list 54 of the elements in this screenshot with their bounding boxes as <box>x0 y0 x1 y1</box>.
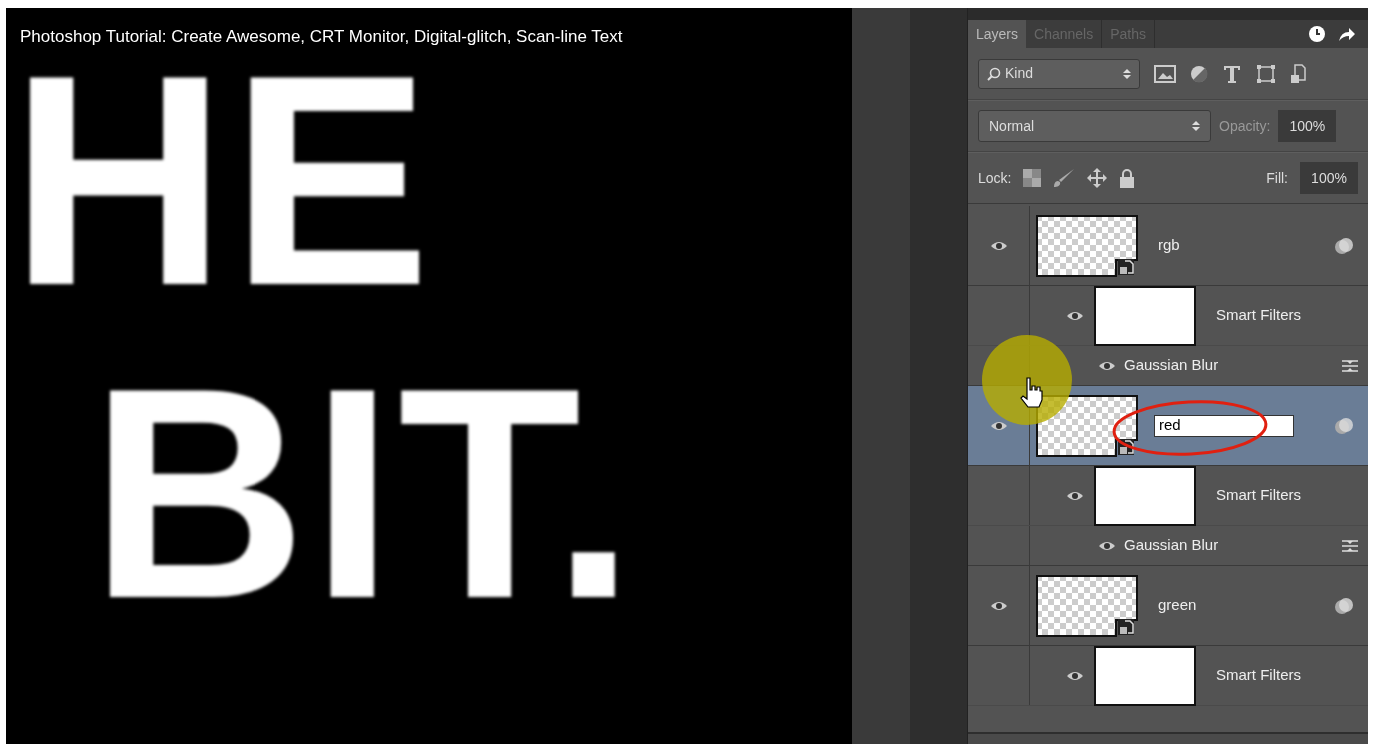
layer-name-field[interactable]: red <box>1154 414 1294 437</box>
brush-icon[interactable] <box>1053 168 1076 188</box>
move-icon[interactable] <box>1087 168 1108 188</box>
blending-options-icon[interactable] <box>1342 358 1358 373</box>
smart-filters-label[interactable]: Smart Filters <box>1216 664 1301 687</box>
layer-thumbnail[interactable] <box>1036 214 1138 277</box>
link-icon <box>1334 596 1354 615</box>
type-filter-icon[interactable] <box>1222 63 1242 84</box>
eye-icon[interactable] <box>989 239 1008 252</box>
layer-row[interactable]: green <box>968 566 1368 646</box>
image-filter-icon[interactable] <box>1154 64 1176 83</box>
canvas-text: HE <box>10 60 435 300</box>
panel-tab[interactable]: Layers <box>968 20 1027 48</box>
blending-options-icon[interactable] <box>1342 538 1358 553</box>
layer-row[interactable]: rgb <box>968 206 1368 286</box>
layer-thumbnail[interactable] <box>1036 574 1138 637</box>
filter-name[interactable]: Gaussian Blur <box>1124 354 1342 377</box>
clock-icon[interactable] <box>1308 25 1326 43</box>
blend-mode-dropdown[interactable]: Normal <box>978 110 1211 142</box>
share-arrow-icon[interactable] <box>1338 26 1356 42</box>
search-icon <box>987 66 1001 81</box>
filter-mask-thumbnail[interactable] <box>1094 645 1196 706</box>
eye-icon[interactable] <box>1098 539 1116 552</box>
fill-field[interactable]: 100% <box>1300 162 1358 194</box>
smart-object-filter-icon[interactable] <box>1290 63 1306 84</box>
fill-label: Fill: <box>1266 168 1288 188</box>
video-title: Photoshop Tutorial: Create Awesome, CRT Monitor, Digital-glitch, Scan-line Text <box>20 26 623 48</box>
smart-filters-label[interactable]: Smart Filters <box>1216 484 1301 507</box>
link-icon <box>1334 416 1354 435</box>
layer-name[interactable]: green <box>1158 594 1197 617</box>
link-icon <box>1334 236 1354 255</box>
stepper-icon <box>1192 120 1200 132</box>
filter-mask-thumbnail[interactable] <box>1094 465 1196 526</box>
layer-name[interactable]: rgb <box>1158 234 1180 257</box>
eye-icon[interactable] <box>1098 359 1116 372</box>
canvas-text: BIT. <box>90 343 640 643</box>
lock-icon[interactable] <box>1119 168 1136 188</box>
eye-icon[interactable] <box>1066 309 1084 322</box>
lock-transparency-icon[interactable] <box>1023 169 1042 187</box>
lock-label: Lock: <box>978 168 1012 188</box>
adjustment-filter-icon[interactable] <box>1190 64 1208 83</box>
opacity-label: Opacity: <box>1219 116 1271 136</box>
filter-mask-thumbnail[interactable] <box>1094 285 1196 346</box>
shape-filter-icon[interactable] <box>1256 63 1276 84</box>
filter-name[interactable]: Gaussian Blur <box>1124 534 1342 557</box>
eye-icon[interactable] <box>989 599 1008 612</box>
smart-filters-label[interactable]: Smart Filters <box>1216 304 1301 327</box>
eye-icon[interactable] <box>989 419 1008 432</box>
kind-dropdown[interactable]: Kind <box>978 58 1140 89</box>
hand-cursor-icon <box>1019 376 1045 408</box>
eye-icon[interactable] <box>1066 669 1084 682</box>
opacity-field[interactable]: 100% <box>1278 110 1337 142</box>
stepper-icon <box>1123 67 1131 80</box>
eye-icon[interactable] <box>1066 489 1084 502</box>
